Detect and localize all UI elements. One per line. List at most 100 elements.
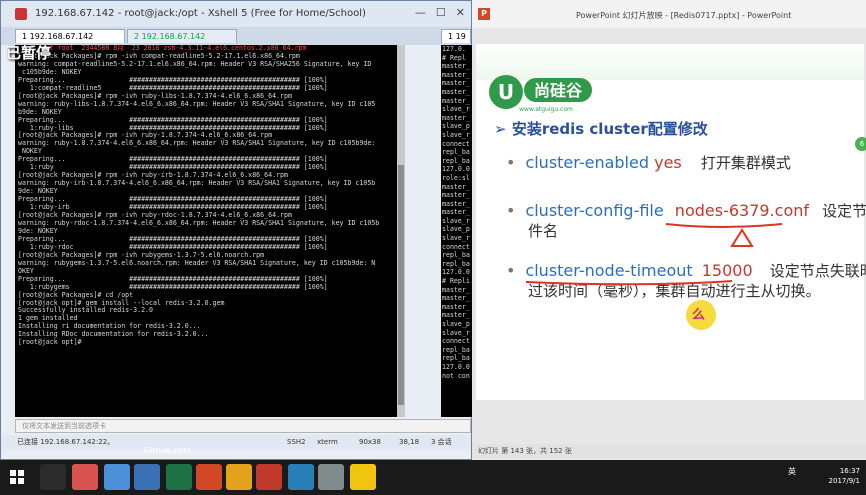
terminal-line: 127.0.	[442, 45, 466, 53]
terminal-line: warning: ruby-libs-1.8.7.374-4.el6_6.x86…	[18, 99, 376, 108]
taskbar-app-icon[interactable]	[318, 464, 344, 490]
connection-status: 已连接 192.168.67.142:22。	[17, 438, 115, 446]
maximize-icon[interactable]: ☐	[436, 6, 446, 19]
terminal-pane-main[interactable]: ...2 root root 2344588 8月 23 2016 zsh-4.…	[15, 45, 397, 417]
red-annotation-underline	[525, 280, 733, 286]
scrollbar-thumb[interactable]	[398, 165, 404, 405]
taskbar-powerpoint-icon[interactable]	[196, 464, 222, 490]
terminal-pane-secondary[interactable]: 127.0. # Repl master_ master_ master_ master_…	[441, 45, 473, 417]
terminal-line: master_	[442, 285, 470, 294]
terminal-line: connect	[442, 242, 470, 251]
terminal-line: master_	[442, 191, 470, 200]
terminal-line: slave_r	[442, 130, 470, 139]
paused-overlay-label: 已暂停	[6, 44, 52, 62]
terminal-line: slave_r	[442, 328, 470, 337]
ppt-titlebar[interactable]: P PowerPoint 幻灯片放映 - [Redis0717.pptx] - …	[472, 0, 866, 28]
terminal-line: master_	[442, 208, 470, 217]
terminal-line: master_	[442, 182, 470, 191]
terminal-line: not con	[442, 371, 470, 380]
taskbar-app-icon[interactable]	[166, 464, 192, 490]
taskbar-app-icon[interactable]	[104, 464, 130, 490]
terminal-line: master_	[442, 62, 470, 71]
terminal-line: 127.0.0	[442, 165, 470, 174]
tab-session-2[interactable]: 2 192.168.67.142	[127, 29, 237, 43]
slide-heading: ➢ 安装redis cluster配置修改	[494, 120, 708, 138]
term-type-label: xterm	[317, 438, 338, 446]
terminal-line: 127.0.0	[442, 268, 470, 277]
side-badge[interactable]: 6	[855, 137, 866, 151]
slide-counter: 幻灯片 第 143 张，共 152 张	[478, 447, 572, 455]
xshell-app-icon	[15, 8, 27, 20]
ppt-window-title: PowerPoint 幻灯片放映 - [Redis0717.pptx] - Po…	[576, 11, 792, 20]
bullet-key: cluster-enabled	[525, 153, 649, 172]
terminal-line: repl_ba	[442, 251, 470, 260]
taskbar-app-icon[interactable]	[288, 464, 314, 490]
terminal-line: warning: rubygems-1.3.7-5.el6.noarch.rpm…	[18, 258, 376, 267]
atguigu-logo-icon: U 尚硅谷 www.atguigu.com	[489, 75, 592, 113]
bullet-desc: 打开集群模式	[700, 154, 791, 172]
bullet-desc: 设定节点	[822, 202, 866, 220]
ppt-statusbar: 幻灯片 第 143 张，共 152 张	[472, 444, 866, 458]
terminal-line: master_	[442, 113, 470, 122]
window-title: 192.168.67.142 - root@jack:/opt - Xshell…	[35, 8, 366, 19]
bullet-key: cluster-config-file	[525, 201, 664, 220]
terminal-line: repl_ba	[442, 156, 470, 165]
task-view-icon[interactable]	[40, 464, 66, 490]
terminal-line: master_	[442, 311, 470, 320]
terminal-line: [root@jack opt]#	[18, 338, 86, 347]
terminal-scrollbar[interactable]	[397, 45, 405, 417]
session-tabs: 1 192.168.67.142 2 192.168.67.142 1 19	[1, 27, 471, 45]
terminal-line: slave_r	[442, 234, 470, 243]
svg-text:U: U	[498, 80, 514, 104]
xshell-statusbar: 已连接 192.168.67.142:22。 SSH2 xterm 90x38 …	[1, 435, 471, 449]
bullet-continuation: 件名	[528, 222, 559, 240]
terminal-line: slave_p	[442, 122, 470, 131]
start-windows-icon[interactable]	[10, 470, 24, 484]
terminal-line: master_	[442, 70, 470, 79]
taskbar-app-icon[interactable]	[256, 464, 282, 490]
terminal-line: # Repl	[442, 53, 466, 62]
taskbar-window-label[interactable]: Github.pptx	[144, 446, 191, 455]
pointer-highlight-icon: 么	[686, 300, 716, 330]
pane-divider	[405, 45, 441, 417]
ime-indicator[interactable]: 英	[788, 466, 796, 477]
protocol-label: SSH2	[287, 438, 306, 446]
term-size-label: 90x38	[359, 438, 381, 446]
terminal-line: repl_ba	[442, 345, 470, 354]
clock[interactable]: 16:37 2017/9/1	[829, 466, 860, 486]
terminal-line: warning: ruby-rdoc-1.8.7.374-4.el6_6.x86…	[18, 218, 380, 227]
terminal-line: warning: ruby-irb-1.8.7.374-4.el6_6.x86_…	[18, 179, 376, 188]
session-count-label: 3 会话	[431, 438, 452, 446]
close-icon[interactable]: ✕	[456, 6, 465, 19]
red-annotation-underline	[665, 223, 783, 247]
taskbar-app-icon[interactable]	[134, 464, 160, 490]
minimize-icon[interactable]: —	[415, 6, 426, 19]
tab-session-3[interactable]: 1 19	[441, 29, 471, 43]
bullet-value: nodes-6379.conf	[674, 201, 809, 220]
terminal-line: slave_p	[442, 225, 470, 234]
terminal-line: master_	[442, 294, 470, 303]
taskbar-app-icon[interactable]	[72, 464, 98, 490]
taskbar: 英 16:37 2017/9/1	[0, 460, 866, 495]
tab-session-1[interactable]: 1 192.168.67.142	[15, 29, 125, 43]
terminal-line: slave_p	[442, 320, 470, 328]
xshell-titlebar[interactable]: 192.168.67.142 - root@jack:/opt - Xshell…	[1, 1, 471, 27]
terminal-line: role:sl	[442, 173, 470, 182]
terminal-line: connect	[442, 139, 470, 148]
terminal-line: 127.0.0	[442, 362, 470, 371]
powerpoint-app-icon: P	[478, 8, 490, 20]
xshell-window: 192.168.67.142 - root@jack:/opt - Xshell…	[0, 0, 473, 460]
taskbar-app-icon[interactable]	[350, 464, 376, 490]
terminal-line: slave_r	[442, 105, 470, 114]
bullet-item: • cluster-config-file nodes-6379.conf 设定节…	[506, 200, 866, 221]
terminal-line: repl_ba	[442, 354, 470, 363]
svg-text:尚硅谷: 尚硅谷	[534, 81, 583, 100]
taskbar-app-icon[interactable]	[226, 464, 252, 490]
terminal-line: slave_r	[442, 216, 470, 225]
terminal-line: warning: ruby-1.8.7.374-4.el6_6.x86_64.r…	[18, 139, 376, 148]
terminal-line: master_	[442, 79, 470, 88]
terminal-line: master_	[442, 96, 470, 105]
send-text-input[interactable]: 仅将文本发送到当前选项卡	[15, 419, 471, 433]
slide-canvas[interactable]: U 尚硅谷 www.atguigu.com ➢ 安装redis cluster配…	[476, 44, 866, 400]
bullet-item: • cluster-enabled yes 打开集群模式	[506, 153, 791, 172]
